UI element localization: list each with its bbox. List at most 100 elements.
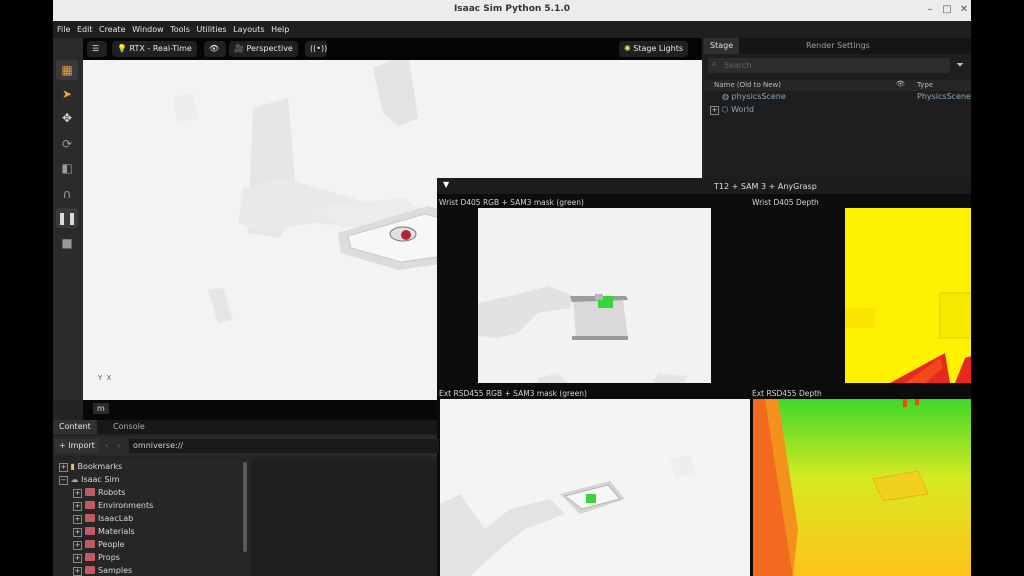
camera-icon: 🎥	[234, 44, 244, 53]
tool-strip: ▦ ➤ ✥ ⟳ ◧ ∩ ❚❚ ■	[53, 38, 83, 400]
import-button[interactable]: + Import	[55, 439, 99, 453]
stage-search-input[interactable]: ⌕ Search	[708, 58, 950, 73]
menu-layouts[interactable]: Layouts	[233, 21, 264, 38]
tree-materials[interactable]: + Materials	[73, 525, 135, 538]
maximize-icon[interactable]: □	[940, 3, 954, 17]
stage-row-physicsscene[interactable]: ◍ physicsScene	[722, 91, 786, 103]
minimize-icon[interactable]: –	[923, 3, 937, 17]
menu-create[interactable]: Create	[99, 21, 126, 38]
tree-robots[interactable]: + Robots	[73, 486, 125, 499]
content-tab-row: Content Console	[53, 420, 437, 434]
stage-tab-row: Stage Render Settings	[704, 38, 971, 54]
caption-ext-rgb: Ext RSD455 RGB + SAM3 mask (green)	[439, 389, 587, 398]
camera-panel-titlebar[interactable]: ▼ T12 + SAM 3 + AnyGrasp	[437, 178, 971, 194]
search-icon: ⌕	[712, 59, 717, 68]
tab-content[interactable]: Content	[53, 420, 97, 434]
tree-scrollbar[interactable]	[243, 462, 247, 552]
visibility-eye-icon[interactable]: 👁	[204, 41, 226, 57]
folder-icon	[85, 501, 95, 509]
content-file-area[interactable]	[251, 460, 437, 576]
snap-magnet-icon[interactable]: ∩	[56, 184, 78, 204]
stage-tree-header: Name (Old to New) 👁 Type	[704, 80, 971, 91]
close-icon[interactable]: ✕	[957, 3, 971, 17]
tree-environments[interactable]: + Environments	[73, 499, 153, 512]
viewport-settings-icon[interactable]: ☰	[87, 41, 107, 57]
audio-broadcast-icon[interactable]: ((•))	[305, 41, 327, 57]
expand-icon[interactable]: +	[73, 567, 82, 576]
panel-title: T12 + SAM 3 + AnyGrasp	[714, 182, 817, 191]
bookmark-icon: ▮	[70, 462, 75, 471]
menu-bar: File Edit Create Window Tools Utilities …	[53, 21, 971, 38]
bulb-icon: 💡	[117, 44, 127, 53]
ext-rgb-image	[440, 399, 750, 576]
tree-people[interactable]: + People	[73, 538, 125, 551]
snap-tool-icon[interactable]: ▦	[56, 60, 78, 80]
path-field[interactable]: omniverse://	[129, 439, 439, 453]
renderer-selector[interactable]: 💡 RTX - Real-Time	[112, 41, 197, 57]
expand-icon[interactable]: +	[73, 554, 82, 563]
expand-icon[interactable]: +	[710, 106, 719, 115]
menu-tools[interactable]: Tools	[170, 21, 190, 38]
plus-icon: +	[59, 441, 66, 450]
prim-icon: ◍	[722, 92, 729, 101]
filter-icon[interactable]: ⏷	[956, 60, 964, 71]
folder-icon	[85, 553, 95, 561]
content-tree: + ▮ Bookmarks − ☁ Isaac Sim + Robots + Env…	[53, 460, 249, 576]
camera-feed-panel: ▼ T12 + SAM 3 + AnyGrasp Wrist D405 RGB …	[437, 178, 971, 576]
collapse-icon[interactable]: −	[59, 476, 68, 485]
expand-icon[interactable]: +	[73, 528, 82, 537]
stop-icon[interactable]: ■	[56, 233, 78, 253]
menu-utilities[interactable]: Utilities	[196, 21, 226, 38]
back-arrow-icon[interactable]: ‹	[105, 441, 108, 450]
menu-window[interactable]: Window	[132, 21, 164, 38]
expand-icon[interactable]: +	[59, 463, 68, 472]
pause-icon[interactable]: ❚❚	[56, 208, 78, 228]
move-tool-icon[interactable]: ✥	[56, 108, 78, 128]
tree-isaaclab[interactable]: + IsaacLab	[73, 512, 133, 525]
expand-icon[interactable]: +	[73, 502, 82, 511]
menu-file[interactable]: File	[57, 21, 70, 38]
ext-depth-image	[753, 399, 971, 576]
units-label: m	[93, 403, 109, 414]
expand-icon[interactable]: +	[73, 515, 82, 524]
rotate-tool-icon[interactable]: ⟳	[56, 134, 78, 154]
tab-render-settings[interactable]: Render Settings	[800, 38, 876, 54]
cloud-icon: ☁	[70, 475, 79, 484]
viewport-toolbar: ☰ 💡 RTX - Real-Time 👁 🎥 Perspective ((•)…	[83, 38, 702, 60]
caption-ext-depth: Ext RSD455 Depth	[752, 389, 822, 398]
content-browser: Content Console + Import ‹ › omniverse:/…	[53, 420, 439, 576]
lights-selector[interactable]: ✺ Stage Lights	[619, 41, 689, 57]
tab-stage[interactable]: Stage	[704, 38, 740, 54]
folder-icon	[85, 514, 95, 522]
tree-isaac-sim[interactable]: − ☁ Isaac Sim	[59, 473, 119, 486]
isaac-sim-window: Isaac Sim Python 5.1.0 – □ ✕ File Edit C…	[53, 0, 971, 576]
stage-row-type: PhysicsScene	[917, 92, 971, 101]
folder-icon	[85, 488, 95, 496]
light-sun-icon: ✺	[624, 44, 631, 53]
menu-help[interactable]: Help	[271, 21, 289, 38]
tab-console[interactable]: Console	[107, 420, 151, 434]
collapse-triangle-icon[interactable]: ▼	[443, 180, 449, 189]
wrist-rgb-image	[478, 208, 711, 383]
expand-icon[interactable]: +	[73, 541, 82, 550]
wrist-depth-image	[845, 208, 971, 383]
xform-icon: ⬡	[721, 105, 729, 114]
visibility-header-icon: 👁	[896, 80, 905, 88]
menu-edit[interactable]: Edit	[77, 21, 93, 38]
camera-selector[interactable]: 🎥 Perspective	[229, 41, 298, 57]
scale-tool-icon[interactable]: ◧	[56, 158, 78, 178]
folder-icon	[85, 540, 95, 548]
tree-props[interactable]: + Props	[73, 551, 120, 564]
tree-samples[interactable]: + Samples	[73, 564, 132, 576]
content-toolbar: + Import ‹ › omniverse://	[53, 436, 439, 456]
expand-icon[interactable]: +	[73, 489, 82, 498]
caption-wrist-rgb: Wrist D405 RGB + SAM3 mask (green)	[439, 198, 584, 207]
select-tool-icon[interactable]: ➤	[56, 84, 78, 104]
forward-arrow-icon[interactable]: ›	[117, 441, 120, 450]
title-bar: Isaac Sim Python 5.1.0 – □ ✕	[53, 0, 971, 21]
stage-row-world[interactable]: + ⬡ World	[710, 104, 754, 116]
folder-icon	[85, 527, 95, 535]
caption-wrist-depth: Wrist D405 Depth	[752, 198, 819, 207]
window-title: Isaac Sim Python 5.1.0	[453, 4, 571, 14]
tree-bookmarks[interactable]: + ▮ Bookmarks	[59, 460, 122, 473]
